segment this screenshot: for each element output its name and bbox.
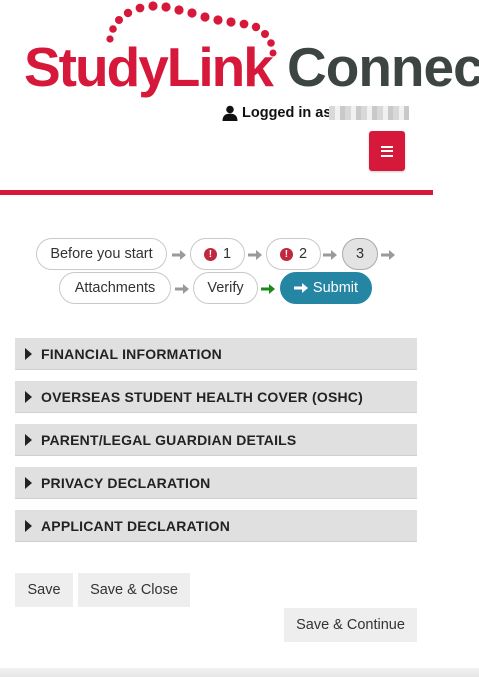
step-3-current[interactable]: 3 xyxy=(342,238,378,270)
step-attachments[interactable]: Attachments xyxy=(59,272,171,304)
header-divider xyxy=(0,190,433,195)
error-icon: ! xyxy=(203,247,217,261)
arrow-right-icon xyxy=(293,283,308,293)
step-label: Attachments xyxy=(74,280,156,296)
logo-connect-text: Connect xyxy=(287,36,479,98)
step-label: 1 xyxy=(222,246,232,262)
arrow-right-icon xyxy=(248,250,262,260)
arrow-right-icon xyxy=(172,250,186,260)
step-verify[interactable]: Verify xyxy=(193,272,258,304)
submit-button[interactable]: Submit xyxy=(280,272,372,304)
section-label: APPLICANT DECLARATION xyxy=(41,517,231,534)
user-icon xyxy=(222,105,238,121)
section-parent-guardian-details[interactable]: PARENT/LEGAL GUARDIAN DETAILS xyxy=(15,424,417,456)
logged-in-label: Logged in as xyxy=(242,105,332,121)
arrow-right-green-icon xyxy=(261,284,275,294)
step-2[interactable]: ! 2 xyxy=(266,238,321,270)
section-financial-information[interactable]: FINANCIAL INFORMATION xyxy=(15,338,417,370)
step-before-you-start[interactable]: Before you start xyxy=(36,238,167,270)
section-privacy-declaration[interactable]: PRIVACY DECLARATION xyxy=(15,467,417,499)
hamburger-menu-button[interactable] xyxy=(369,131,405,171)
step-label: 2 xyxy=(298,246,308,262)
save-close-button[interactable]: Save & Close xyxy=(78,573,190,607)
caret-right-icon xyxy=(25,476,32,489)
caret-right-icon xyxy=(25,519,32,532)
bottom-edge xyxy=(0,668,479,677)
caret-right-icon xyxy=(25,433,32,446)
arrow-right-icon xyxy=(323,250,337,260)
step-1[interactable]: ! 1 xyxy=(190,238,245,270)
section-oshc[interactable]: OVERSEAS STUDENT HEALTH COVER (OSHC) xyxy=(15,381,417,413)
redacted-username xyxy=(329,106,410,120)
arrow-right-icon xyxy=(175,284,189,294)
step-label: Verify xyxy=(207,280,244,296)
submit-label: Submit xyxy=(312,280,359,296)
hamburger-icon xyxy=(381,145,393,157)
caret-right-icon xyxy=(25,347,32,360)
step-label: Before you start xyxy=(50,246,153,262)
logged-in-indicator: Logged in as xyxy=(222,103,410,123)
save-continue-button[interactable]: Save & Continue xyxy=(284,608,417,642)
section-applicant-declaration[interactable]: APPLICANT DECLARATION xyxy=(15,510,417,542)
step-label: 3 xyxy=(355,246,365,262)
save-button[interactable]: Save xyxy=(15,573,73,607)
error-icon: ! xyxy=(279,247,293,261)
section-label: OVERSEAS STUDENT HEALTH COVER (OSHC) xyxy=(41,388,363,405)
caret-right-icon xyxy=(25,390,32,403)
section-label: PARENT/LEGAL GUARDIAN DETAILS xyxy=(41,431,297,448)
section-label: FINANCIAL INFORMATION xyxy=(41,345,222,362)
studylink-connect-logo: StudyLink Connect xyxy=(0,0,479,110)
logo-studylink-text: StudyLink xyxy=(24,36,274,98)
section-label: PRIVACY DECLARATION xyxy=(41,474,211,491)
arrow-right-icon xyxy=(381,250,395,260)
